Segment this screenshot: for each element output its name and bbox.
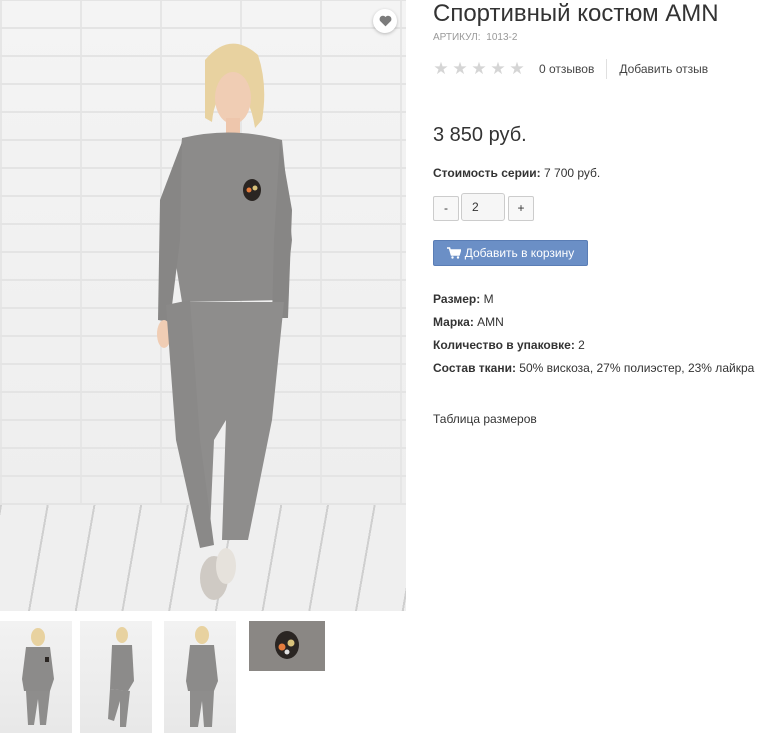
product-price: 3 850 руб. [433, 124, 527, 146]
thumbnail-back[interactable] [164, 621, 236, 733]
size-table-link[interactable]: Таблица размеров [433, 412, 537, 426]
property-size: Размер: M [433, 291, 754, 314]
thumbnail-strip [0, 621, 330, 733]
divider [606, 59, 608, 79]
add-review-link[interactable]: Добавить отзыв [619, 62, 708, 76]
star-icon[interactable]: ★ [471, 60, 487, 77]
model-figure [157, 43, 292, 600]
star-icon[interactable]: ★ [452, 60, 468, 77]
rating-stars[interactable]: ★ ★ ★ ★ ★ [433, 60, 525, 77]
property-brand: Марка: AMN [433, 314, 754, 337]
add-to-cart-button[interactable]: Добавить в корзину [433, 240, 588, 266]
property-label: Состав ткани: [433, 361, 516, 375]
series-cost-value: 7 700 руб. [544, 166, 601, 180]
star-icon[interactable]: ★ [509, 60, 525, 77]
rating-row: ★ ★ ★ ★ ★ 0 отзывов Добавить отзыв [433, 59, 708, 79]
add-to-cart-label: Добавить в корзину [464, 246, 575, 260]
reviews-count[interactable]: 0 отзывов [539, 62, 594, 76]
add-to-favorites-button[interactable] [373, 9, 397, 33]
thumbnail-front[interactable] [0, 621, 72, 733]
quantity-input[interactable] [461, 193, 505, 221]
thumbnail-patch-detail[interactable] [249, 621, 325, 671]
property-value: 50% вискоза, 27% полиэстер, 23% лайкра [519, 361, 755, 375]
sku-label: АРТИКУЛ: [433, 32, 481, 43]
heart-icon [379, 15, 391, 27]
quantity-decrease-button[interactable]: - [433, 196, 459, 221]
sku-value: 1013-2 [486, 32, 518, 43]
property-value: AMN [477, 315, 504, 329]
property-value: 2 [578, 338, 585, 352]
product-sku: АРТИКУЛ: 1013-2 [433, 32, 517, 43]
quantity-increase-button[interactable]: + [508, 196, 534, 221]
series-cost: Стоимость серии: 7 700 руб. [433, 166, 600, 180]
star-icon[interactable]: ★ [490, 60, 506, 77]
cart-icon [446, 247, 461, 259]
property-label: Количество в упаковке: [433, 338, 575, 352]
product-properties: Размер: M Марка: AMN Количество в упаков… [433, 291, 754, 383]
series-cost-label: Стоимость серии: [433, 166, 541, 180]
property-label: Марка: [433, 315, 474, 329]
property-pack-quantity: Количество в упаковке: 2 [433, 337, 754, 360]
property-value: M [483, 292, 494, 306]
property-fabric: Состав ткани: 50% вискоза, 27% полиэстер… [433, 360, 754, 383]
product-title: Спортивный костюм AMN [433, 0, 719, 27]
property-label: Размер: [433, 292, 481, 306]
product-main-photo[interactable] [0, 0, 406, 611]
thumbnail-side[interactable] [80, 621, 152, 733]
star-icon[interactable]: ★ [433, 60, 449, 77]
